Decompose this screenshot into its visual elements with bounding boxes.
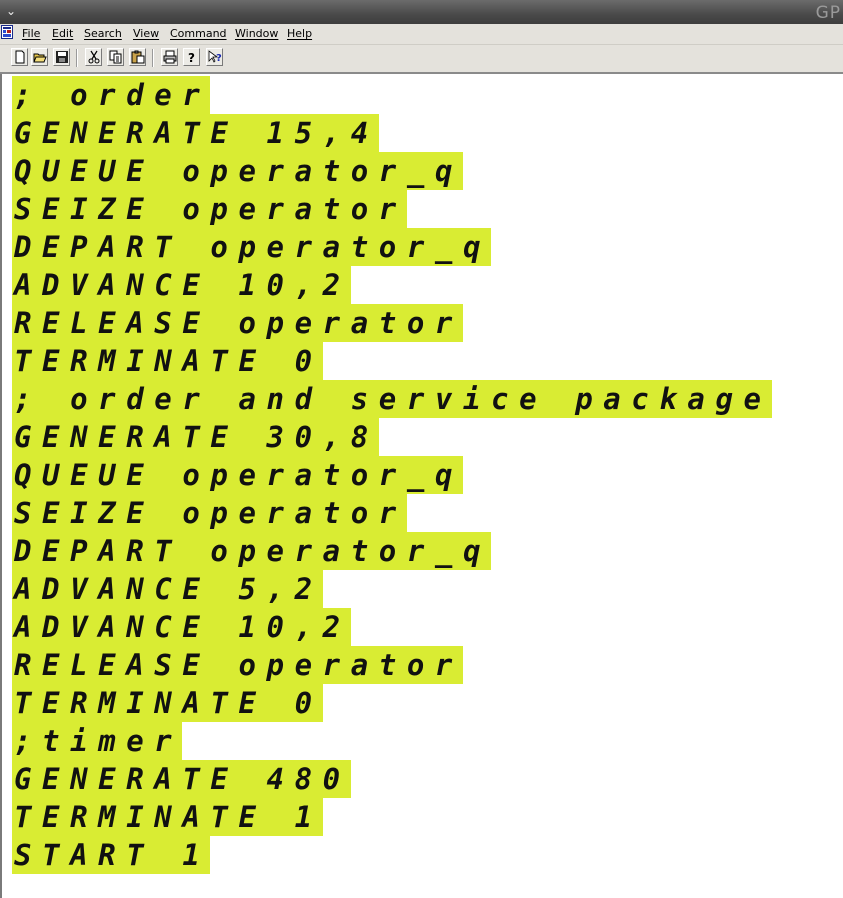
context-help-icon: ? (208, 50, 222, 64)
menu-help[interactable]: Help (287, 27, 312, 40)
code-line[interactable]: ;timer (12, 722, 183, 760)
code-line[interactable]: QUEUE operator_q (12, 456, 463, 494)
paste-icon (131, 50, 145, 64)
print-button[interactable] (161, 48, 178, 66)
toolbar-separator (152, 49, 154, 67)
svg-text:?: ? (216, 53, 222, 64)
code-line[interactable]: SEIZE operator (12, 494, 407, 532)
toolbar: ? ? (0, 45, 843, 74)
code-line[interactable]: GENERATE 480 (12, 760, 351, 798)
code-line[interactable]: TERMINATE 1 (12, 798, 323, 836)
menu-search[interactable]: Search (84, 27, 122, 40)
code-line[interactable]: RELEASE operator (12, 646, 463, 684)
menu-edit[interactable]: Edit (52, 27, 73, 40)
code-line[interactable]: ADVANCE 10,2 (12, 608, 351, 646)
svg-text:?: ? (188, 51, 195, 64)
toolbar-separator (76, 49, 78, 67)
code-line[interactable]: DEPART operator_q (12, 228, 492, 266)
open-button[interactable] (31, 48, 48, 66)
code-line[interactable]: SEIZE operator (12, 190, 407, 228)
new-file-icon (15, 50, 25, 64)
title-bar: ⌄ GP (0, 0, 843, 24)
code-line[interactable]: ; order (12, 76, 211, 114)
save-button[interactable] (53, 48, 70, 66)
code-line[interactable]: ADVANCE 5,2 (12, 570, 323, 608)
code-line[interactable]: ADVANCE 10,2 (12, 266, 351, 304)
copy-icon (109, 50, 122, 64)
help-button[interactable]: ? (183, 48, 200, 66)
window-title: GP (815, 3, 841, 23)
cut-button[interactable] (85, 48, 102, 66)
window-menu-chevron-icon[interactable]: ⌄ (6, 4, 16, 18)
menu-command[interactable]: Command (170, 27, 227, 40)
code-editor[interactable]: ; order GENERATE 15,4 QUEUE operator_q S… (0, 74, 843, 898)
code-line[interactable]: GENERATE 15,4 (12, 114, 379, 152)
paste-button[interactable] (129, 48, 146, 66)
new-file-button[interactable] (11, 48, 28, 66)
menu-view[interactable]: View (133, 27, 159, 40)
save-disk-icon (56, 51, 68, 63)
code-line[interactable]: START 1 (12, 836, 211, 874)
menu-file[interactable]: File (22, 27, 40, 40)
help-icon: ? (188, 51, 195, 64)
menu-window[interactable]: Window (235, 27, 278, 40)
code-line[interactable]: ; order and service package (12, 380, 772, 418)
copy-button[interactable] (107, 48, 124, 66)
code-line[interactable]: TERMINATE 0 (12, 342, 323, 380)
open-folder-icon (33, 53, 47, 63)
code-line[interactable]: QUEUE operator_q (12, 152, 463, 190)
app-icon[interactable] (1, 25, 13, 39)
code-line[interactable]: RELEASE operator (12, 304, 463, 342)
cut-icon (88, 50, 100, 64)
menu-bar: File Edit Search View Command Window Hel… (0, 24, 843, 45)
print-icon (163, 50, 177, 64)
code-line[interactable]: GENERATE 30,8 (12, 418, 379, 456)
code-line[interactable]: DEPART operator_q (12, 532, 492, 570)
context-help-button[interactable]: ? (206, 48, 223, 66)
code-line[interactable]: TERMINATE 0 (12, 684, 323, 722)
